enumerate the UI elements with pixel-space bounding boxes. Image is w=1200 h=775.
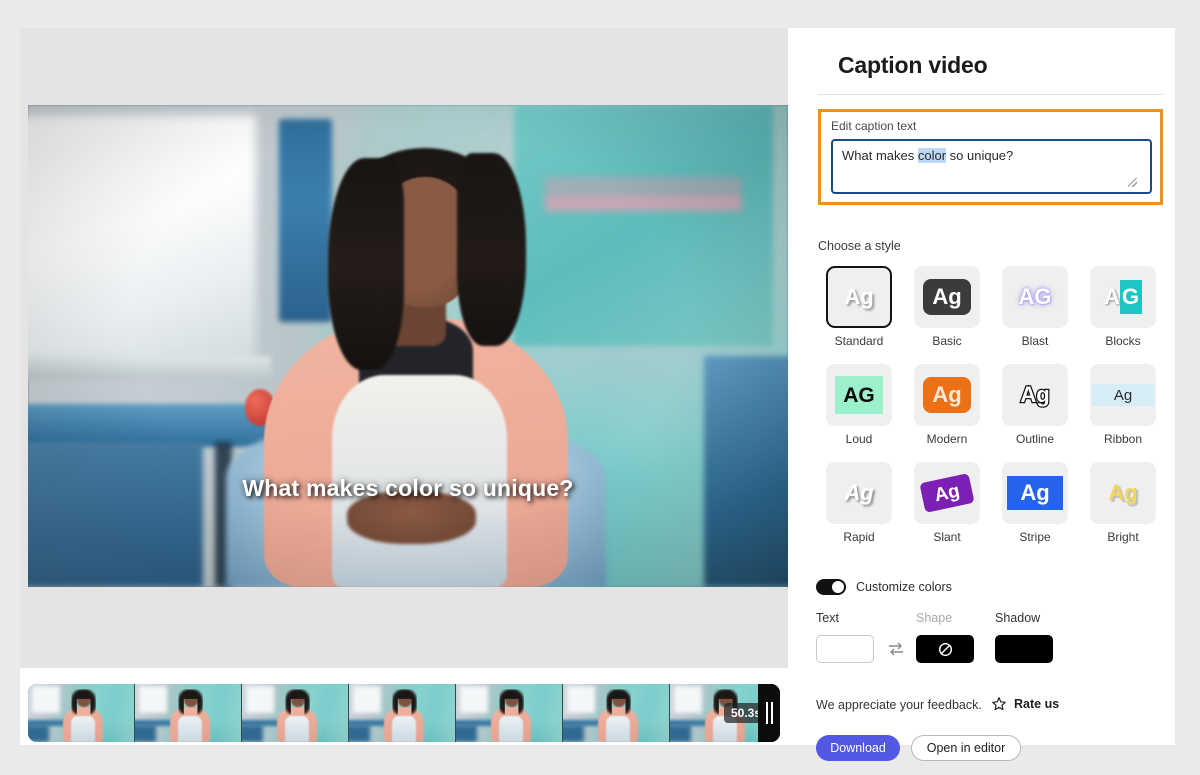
filmstrip-frame[interactable] xyxy=(456,684,563,742)
screenshot-root: What makes color so unique? 50.3s Captio… xyxy=(0,0,1200,775)
no-shape-icon xyxy=(938,642,952,656)
style-tile: AG xyxy=(826,364,892,426)
star-icon xyxy=(992,697,1006,711)
ag-bright-icon: Ag xyxy=(1108,480,1138,505)
text-color-swatch[interactable] xyxy=(816,635,874,663)
text-color-label: Text xyxy=(816,611,839,625)
caption-overlay-text: What makes color so unique? xyxy=(242,475,574,501)
open-in-editor-button[interactable]: Open in editor xyxy=(911,735,1021,761)
shadow-color-swatch[interactable] xyxy=(995,635,1053,663)
style-option-outline[interactable]: Ag Outline xyxy=(992,364,1078,446)
ag-loud-icon: AG xyxy=(835,376,883,414)
rate-us-control[interactable]: Rate us xyxy=(991,696,1059,712)
style-label: Blocks xyxy=(1105,334,1141,348)
customize-colors-row[interactable]: Customize colors xyxy=(816,579,952,595)
style-option-basic[interactable]: Ag Basic xyxy=(904,266,990,348)
edit-caption-label: Edit caption text xyxy=(831,119,917,133)
style-tile: Ag xyxy=(826,462,892,524)
style-option-blast[interactable]: AG Blast xyxy=(992,266,1078,348)
choose-style-label: Choose a style xyxy=(818,239,901,253)
video-timeline[interactable]: 50.3s xyxy=(28,684,780,742)
filmstrip-frame[interactable] xyxy=(563,684,670,742)
edit-caption-highlight-box: Edit caption text What makes color so un… xyxy=(818,109,1163,205)
shape-color-swatch[interactable] xyxy=(916,635,974,663)
style-label: Modern xyxy=(926,432,968,446)
style-label: Stripe xyxy=(1019,530,1051,544)
style-tile: Ag xyxy=(914,266,980,328)
style-option-slant[interactable]: Ag Slant xyxy=(904,462,990,544)
caption-text-selection: color xyxy=(917,148,947,163)
style-tile: Ag xyxy=(1002,364,1068,426)
video-player[interactable]: What makes color so unique? xyxy=(28,105,788,587)
style-tile: A G xyxy=(1090,266,1156,328)
style-tile: Ag xyxy=(1090,462,1156,524)
panel-divider xyxy=(818,94,1163,95)
ag-slant-icon: Ag xyxy=(919,473,975,513)
style-option-stripe[interactable]: Ag Stripe xyxy=(992,462,1078,544)
toggle-knob xyxy=(832,581,844,593)
ag-blocks-icon: A G xyxy=(1104,280,1142,314)
feedback-text: We appreciate your feedback. xyxy=(816,698,982,712)
caption-text-after: so unique? xyxy=(946,148,1014,163)
shape-color-label: Shape xyxy=(916,611,953,625)
style-label: Loud xyxy=(845,432,873,446)
style-label: Slant xyxy=(933,530,961,544)
style-label: Rapid xyxy=(843,530,875,544)
ag-stripe-icon: Ag xyxy=(1007,476,1063,510)
textarea-resize-grip[interactable] xyxy=(1128,178,1137,187)
style-tile: Ag xyxy=(914,462,980,524)
customize-colors-toggle[interactable] xyxy=(816,579,846,595)
style-option-loud[interactable]: AG Loud xyxy=(816,364,902,446)
style-label: Ribbon xyxy=(1103,432,1143,446)
style-option-rapid[interactable]: Ag Rapid xyxy=(816,462,902,544)
ag-outline-icon: Ag xyxy=(1019,382,1051,407)
customize-colors-label: Customize colors xyxy=(856,580,952,594)
ag-basic-icon: Ag xyxy=(923,279,971,315)
filmstrip[interactable]: 50.3s xyxy=(28,684,758,742)
style-tile: Ag xyxy=(1002,462,1068,524)
ag-rapid-icon: Ag xyxy=(844,480,874,505)
caption-side-panel: Caption video Edit caption text What mak… xyxy=(788,28,1175,761)
filmstrip-frame[interactable] xyxy=(349,684,456,742)
style-label: Standard xyxy=(834,334,884,348)
shadow-color-label: Shadow xyxy=(995,611,1041,625)
caption-text-before: What makes xyxy=(842,148,918,163)
style-option-bright[interactable]: Ag Bright xyxy=(1080,462,1166,544)
rate-us-label: Rate us xyxy=(1014,697,1060,711)
ag-standard-icon: Ag xyxy=(844,284,874,309)
swap-arrows-icon[interactable] xyxy=(887,641,905,657)
panel-title: Caption video xyxy=(838,52,988,78)
ag-blast-icon: AG xyxy=(1018,284,1052,309)
style-label: Blast xyxy=(1021,334,1049,348)
caption-text-input[interactable]: What makes color so unique? xyxy=(831,139,1152,194)
style-tile: Ag xyxy=(1090,364,1156,426)
filmstrip-frame[interactable] xyxy=(28,684,135,742)
filmstrip-frame[interactable]: 50.3s xyxy=(670,684,758,742)
style-option-standard[interactable]: Ag Standard xyxy=(816,266,902,348)
style-option-ribbon[interactable]: Ag Ribbon xyxy=(1080,364,1166,446)
style-option-modern[interactable]: Ag Modern xyxy=(904,364,990,446)
style-tile: Ag xyxy=(914,364,980,426)
style-label: Outline xyxy=(1015,432,1055,446)
style-tile: AG xyxy=(1002,266,1068,328)
filmstrip-frame[interactable] xyxy=(242,684,349,742)
style-tile: Ag xyxy=(826,266,892,328)
filmstrip-frame[interactable] xyxy=(135,684,242,742)
style-label: Bright xyxy=(1107,530,1139,544)
ag-ribbon-icon: Ag xyxy=(1092,384,1154,406)
duration-badge: 50.3s xyxy=(723,703,758,723)
video-preview-pane: What makes color so unique? xyxy=(20,28,788,668)
ag-modern-icon: Ag xyxy=(923,377,971,413)
style-label: Basic xyxy=(932,334,962,348)
timeline-area: 50.3s xyxy=(20,680,788,745)
download-button[interactable]: Download xyxy=(816,735,900,761)
timeline-trim-handle[interactable] xyxy=(758,684,780,742)
video-vignette xyxy=(28,105,788,587)
app-window: What makes color so unique? 50.3s Captio… xyxy=(20,28,1175,761)
style-option-blocks[interactable]: A G Blocks xyxy=(1080,266,1166,348)
caption-style-grid: Ag Standard Ag Basic AG Blast A G Blocks… xyxy=(816,266,1166,544)
